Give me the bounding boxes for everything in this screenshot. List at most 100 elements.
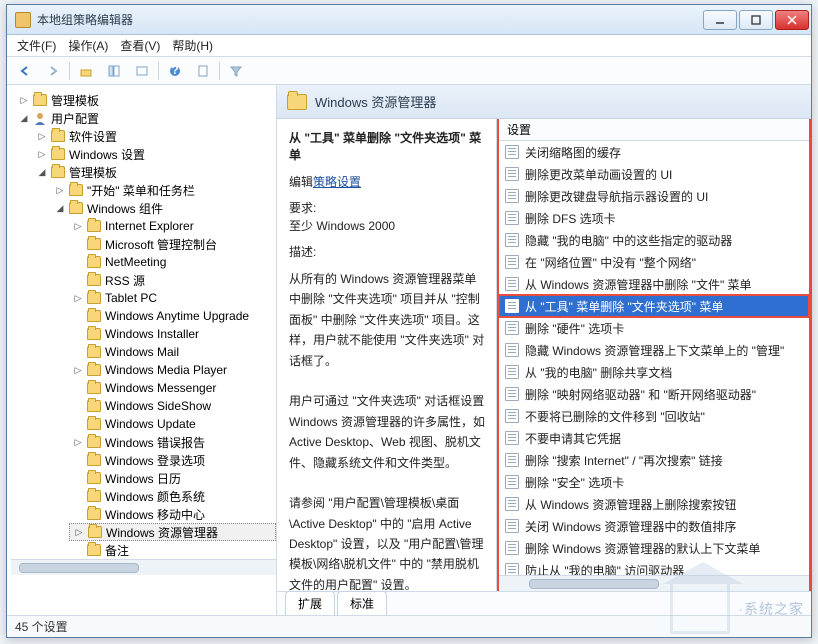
tree-item-calendar[interactable]: Windows 日历 — [69, 469, 276, 487]
list-item[interactable]: 隐藏 Windows 资源管理器上下文菜单上的 "管理" — [499, 339, 809, 361]
list-item[interactable]: 从 Windows 资源管理器中删除 "文件" 菜单 — [499, 273, 809, 295]
expand-icon[interactable]: ▷ — [55, 185, 65, 195]
settings-column-header[interactable]: 设置 — [499, 119, 809, 141]
tree-item-logon[interactable]: Windows 登录选项 — [69, 451, 276, 469]
expand-icon[interactable]: ▷ — [19, 95, 29, 105]
tree-item-windows-components[interactable]: ◢Windows 组件 — [51, 199, 276, 217]
list-item[interactable]: 不要将已删除的文件移到 "回收站" — [499, 405, 809, 427]
list-item[interactable]: 删除 "安全" 选项卡 — [499, 471, 809, 493]
tree-item-mobility[interactable]: Windows 移动中心 — [69, 505, 276, 523]
menu-action[interactable]: 操作(A) — [68, 37, 108, 54]
tree-item-sideshow[interactable]: Windows SideShow — [69, 397, 276, 415]
list-item[interactable]: 删除更改菜单动画设置的 UI — [499, 163, 809, 185]
folder-icon — [87, 490, 101, 502]
list-scrollbar[interactable] — [499, 575, 809, 591]
tree-item-mmc[interactable]: Microsoft 管理控制台 — [69, 235, 276, 253]
tree-item[interactable]: ▷管理模板 — [15, 91, 276, 109]
policy-icon — [505, 321, 519, 335]
scrollbar-thumb[interactable] — [19, 563, 139, 573]
show-hide-tree-button[interactable] — [102, 60, 126, 82]
list-item[interactable]: 从 Windows 资源管理器上删除搜索按钮 — [499, 493, 809, 515]
export-button[interactable] — [130, 60, 154, 82]
tree-item[interactable]: ▷软件设置 — [33, 127, 276, 145]
tree-item-remark[interactable]: 备注 — [69, 541, 276, 559]
list-item[interactable]: 删除 "硬件" 选项卡 — [499, 317, 809, 339]
list-item[interactable]: 防止从 "我的电脑" 访问驱动器 — [499, 559, 809, 575]
tree-item-admin-templates[interactable]: ◢管理模板 — [33, 163, 276, 181]
list-item[interactable]: 隐藏 "我的电脑" 中的这些指定的驱动器 — [499, 229, 809, 251]
list-item[interactable]: 从 "工具" 菜单删除 "文件夹选项" 菜单 — [499, 295, 809, 317]
tree-item-colorsystem[interactable]: Windows 颜色系统 — [69, 487, 276, 505]
content-title: Windows 资源管理器 — [315, 92, 436, 111]
policy-icon — [505, 233, 519, 247]
list-item[interactable]: 删除 DFS 选项卡 — [499, 207, 809, 229]
edit-policy-link[interactable]: 策略设置 — [313, 175, 361, 189]
tree-item-installer[interactable]: Windows Installer — [69, 325, 276, 343]
tree-item-mediaplayer[interactable]: ▷Windows Media Player — [69, 361, 276, 379]
tree-item-mail[interactable]: Windows Mail — [69, 343, 276, 361]
back-button[interactable] — [13, 60, 37, 82]
collapse-icon[interactable]: ◢ — [55, 203, 65, 213]
list-item[interactable]: 删除更改键盘导航指示器设置的 UI — [499, 185, 809, 207]
list-item[interactable]: 关闭 Windows 资源管理器中的数值排序 — [499, 515, 809, 537]
help-button[interactable]: ? — [163, 60, 187, 82]
expand-icon[interactable]: ▷ — [73, 365, 83, 375]
window-title: 本地组策略编辑器 — [37, 11, 703, 28]
policy-icon — [505, 299, 519, 313]
tree-pane[interactable]: ▷管理模板 ◢用户配置 ▷软件设置 ▷Windows 设置 ◢管理模板 ▷"开始… — [7, 85, 277, 615]
tree-item[interactable]: ▷"开始" 菜单和任务栏 — [51, 181, 276, 199]
folder-icon — [87, 256, 101, 268]
tree-item-anytime[interactable]: Windows Anytime Upgrade — [69, 307, 276, 325]
expand-icon[interactable]: ▷ — [73, 293, 83, 303]
list-item[interactable]: 删除 "映射网络驱动器" 和 "断开网络驱动器" — [499, 383, 809, 405]
list-item[interactable]: 在 "网络位置" 中没有 "整个网络" — [499, 251, 809, 273]
list-item[interactable]: 删除 "搜索 Internet" / "再次搜索" 链接 — [499, 449, 809, 471]
tree-item-user-config[interactable]: ◢用户配置 — [15, 109, 276, 127]
forward-button[interactable] — [41, 60, 65, 82]
tree: ▷管理模板 ◢用户配置 ▷软件设置 ▷Windows 设置 ◢管理模板 ▷"开始… — [11, 91, 276, 559]
tab-standard[interactable]: 标准 — [337, 591, 387, 615]
maximize-button[interactable] — [739, 10, 773, 30]
status-text: 45 个设置 — [15, 618, 68, 635]
list-item[interactable]: 删除 Windows 资源管理器的默认上下文菜单 — [499, 537, 809, 559]
menu-file[interactable]: 文件(F) — [17, 37, 56, 54]
folder-icon — [87, 400, 101, 412]
collapse-icon[interactable]: ◢ — [37, 167, 47, 177]
expand-icon[interactable]: ▷ — [37, 149, 47, 159]
tree-item-update[interactable]: Windows Update — [69, 415, 276, 433]
up-button[interactable] — [74, 60, 98, 82]
minimize-button[interactable] — [703, 10, 737, 30]
folder-icon — [87, 220, 101, 232]
properties-button[interactable] — [191, 60, 215, 82]
list-item[interactable]: 不要申请其它凭据 — [499, 427, 809, 449]
scrollbar-thumb[interactable] — [529, 579, 659, 589]
tab-extended[interactable]: 扩展 — [285, 591, 335, 615]
folder-icon — [69, 202, 83, 214]
tree-item-netmeeting[interactable]: NetMeeting — [69, 253, 276, 271]
expand-icon[interactable]: ▷ — [37, 131, 47, 141]
selected-policy-title: 从 "工具" 菜单删除 "文件夹选项" 菜单 — [289, 129, 486, 163]
expand-icon[interactable]: ▷ — [73, 221, 83, 231]
tree-item-ie[interactable]: ▷Internet Explorer — [69, 217, 276, 235]
detail-panel: 从 "工具" 菜单删除 "文件夹选项" 菜单 编辑策略设置 要求:至少 Wind… — [277, 119, 497, 591]
tree-item-errorreport[interactable]: ▷Windows 错误报告 — [69, 433, 276, 451]
user-icon — [33, 111, 47, 125]
menu-help[interactable]: 帮助(H) — [172, 37, 213, 54]
list-item[interactable]: 关闭缩略图的缓存 — [499, 141, 809, 163]
expand-icon[interactable]: ▷ — [73, 437, 83, 447]
folder-icon — [87, 238, 101, 250]
filter-button[interactable] — [224, 60, 248, 82]
tree-item[interactable]: ▷Windows 设置 — [33, 145, 276, 163]
expand-icon[interactable]: ▷ — [74, 527, 84, 537]
collapse-icon[interactable]: ◢ — [19, 113, 29, 123]
tree-scrollbar[interactable] — [11, 559, 276, 575]
tree-item-tabletpc[interactable]: ▷Tablet PC — [69, 289, 276, 307]
list-item[interactable]: 从 "我的电脑" 删除共享文档 — [499, 361, 809, 383]
tree-item-explorer[interactable]: ▷Windows 资源管理器 — [69, 523, 276, 541]
close-button[interactable] — [775, 10, 809, 30]
settings-list[interactable]: 关闭缩略图的缓存删除更改菜单动画设置的 UI删除更改键盘导航指示器设置的 UI删… — [499, 141, 809, 575]
folder-icon — [87, 436, 101, 448]
tree-item-messenger[interactable]: Windows Messenger — [69, 379, 276, 397]
menu-view[interactable]: 查看(V) — [120, 37, 160, 54]
tree-item-rss[interactable]: RSS 源 — [69, 271, 276, 289]
